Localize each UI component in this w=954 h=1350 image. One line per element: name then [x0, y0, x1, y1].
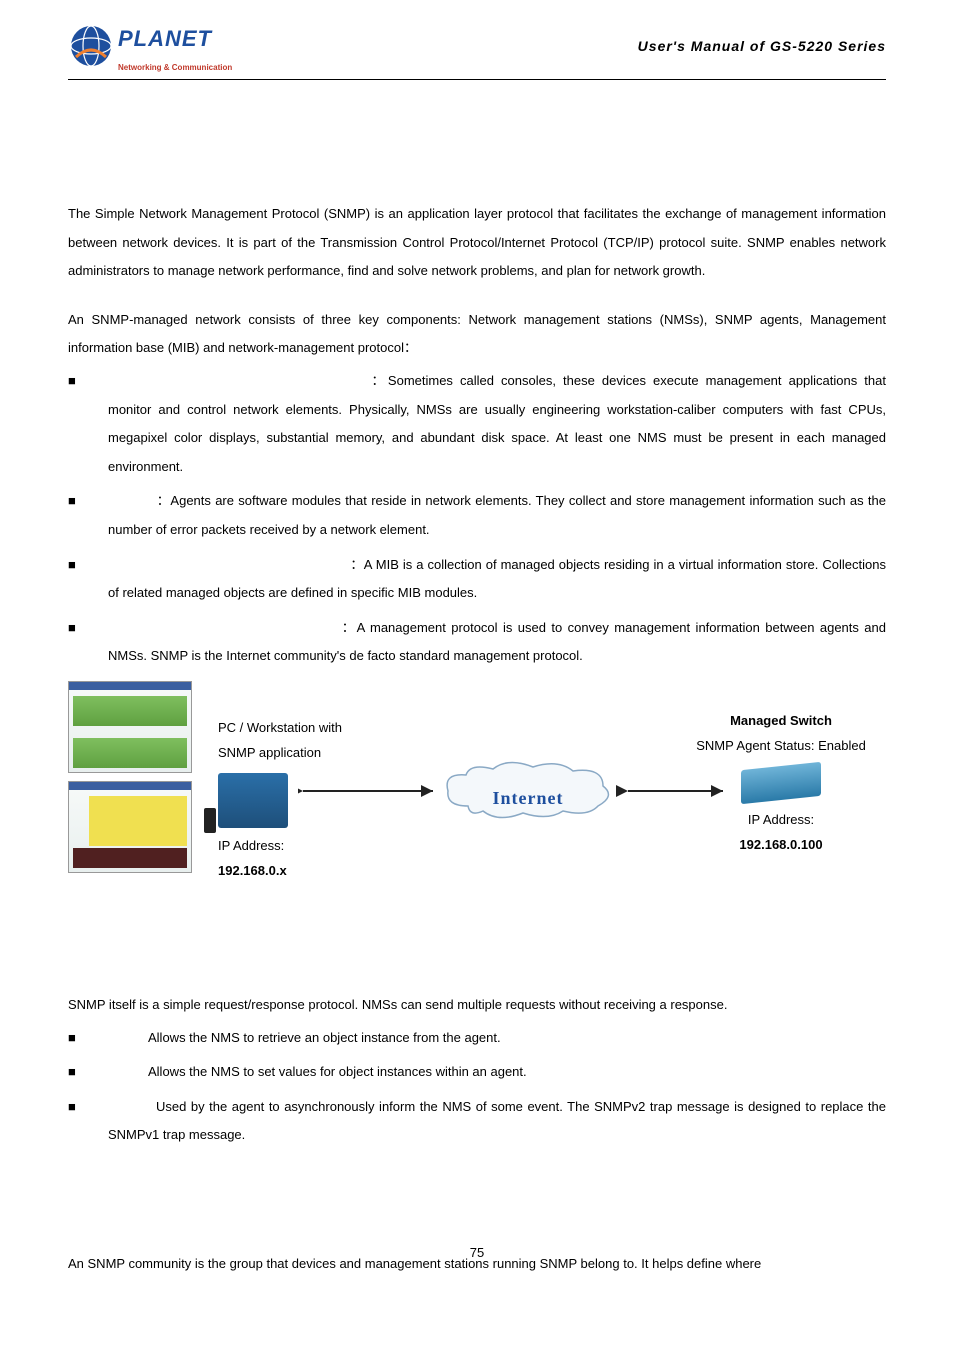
operation-set: Allows the NMS to set values for object … [108, 1058, 886, 1087]
components-list: ■ ：Sometimes called consoles, these devi… [68, 367, 886, 671]
globe-icon [68, 23, 114, 69]
bullet-icon: ■ [68, 1024, 108, 1053]
managed-switch-block: Managed Switch SNMP Agent Status: Enable… [676, 709, 886, 858]
list-item: ■ ：A management protocol is used to conv… [68, 614, 886, 671]
brand-logo: PLANET Networking & Communication [68, 18, 232, 75]
bullet-icon: ■ [68, 487, 108, 544]
operations-list: ■ Allows the NMS to retrieve an object i… [68, 1024, 886, 1150]
list-item: ■ Allows the NMS to retrieve an object i… [68, 1024, 886, 1053]
bullet-icon: ■ [68, 551, 108, 608]
screenshot-thumb-1 [68, 681, 192, 773]
protocol-paragraph: SNMP itself is a simple request/response… [68, 991, 886, 1020]
pc-title: PC / Workstation with [218, 716, 342, 741]
network-diagram: PC / Workstation with SNMP application I… [68, 681, 886, 881]
page-content: The Simple Network Management Protocol (… [68, 200, 886, 1298]
pc-ip-value: 192.168.0.x [218, 859, 342, 884]
bullet-icon: ■ [68, 367, 108, 481]
list-item: ■ Used by the agent to asynchronously in… [68, 1093, 886, 1150]
component-mib: ：A MIB is a collection of managed object… [108, 551, 886, 608]
list-item: ■ Allows the NMS to set values for objec… [68, 1058, 886, 1087]
bullet-icon: ■ [68, 1093, 108, 1150]
operation-trap: Used by the agent to asynchronously info… [108, 1093, 886, 1150]
brand-name: PLANET [118, 18, 232, 60]
computer-icon [218, 773, 288, 828]
components-intro: An SNMP-managed network consists of thre… [68, 306, 886, 363]
component-protocol: ：A management protocol is used to convey… [108, 614, 886, 671]
list-item: ■ ：Sometimes called consoles, these devi… [68, 367, 886, 481]
page-number: 75 [0, 1241, 954, 1266]
pc-subtitle: SNMP application [218, 741, 342, 766]
switch-ip-label: IP Address: [676, 808, 886, 833]
switch-subtitle: SNMP Agent Status: Enabled [676, 734, 886, 759]
brand-tagline: Networking & Communication [118, 60, 232, 75]
list-item: ■ ：Agents are software modules that resi… [68, 487, 886, 544]
page-header: PLANET Networking & Communication User's… [68, 18, 886, 80]
manual-title: User's Manual of GS-5220 Series [638, 33, 886, 60]
pc-ip-label: IP Address: [218, 834, 342, 859]
switch-ip-value: 192.168.0.100 [676, 833, 886, 858]
switch-title: Managed Switch [676, 709, 886, 734]
bullet-icon: ■ [68, 614, 108, 671]
intro-paragraph: The Simple Network Management Protocol (… [68, 200, 886, 286]
operation-get: Allows the NMS to retrieve an object ins… [108, 1024, 886, 1053]
component-nms: ：Sometimes called consoles, these device… [108, 367, 886, 481]
component-agents: ：Agents are software modules that reside… [108, 487, 886, 544]
screenshot-thumb-2 [68, 781, 192, 873]
internet-cloud: Internet [438, 761, 618, 821]
bullet-icon: ■ [68, 1058, 108, 1087]
switch-icon [741, 762, 821, 804]
internet-label: Internet [438, 781, 618, 815]
list-item: ■ ：A MIB is a collection of managed obje… [68, 551, 886, 608]
